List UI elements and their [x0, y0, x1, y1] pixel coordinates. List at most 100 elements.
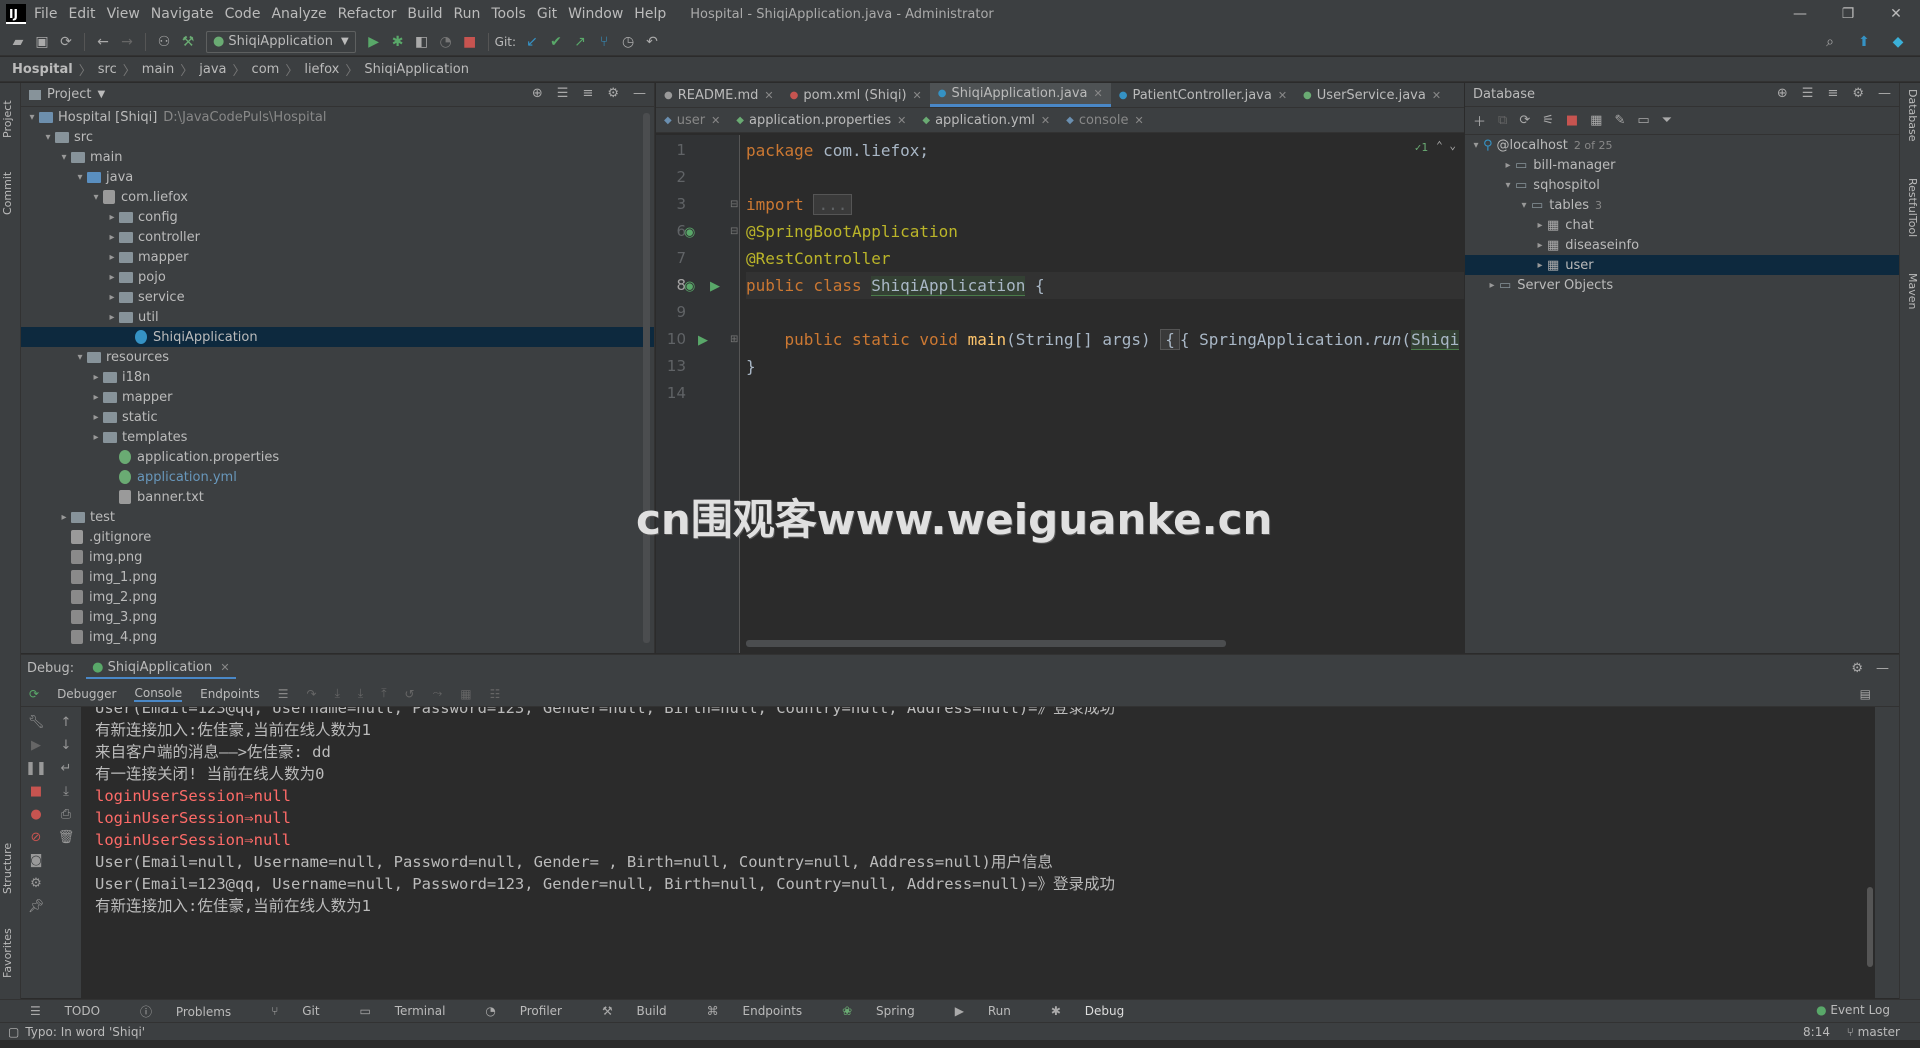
wrench-icon[interactable]: 🔧︎	[28, 715, 45, 730]
tree-item-img-4-png[interactable]: img_4.png	[21, 627, 654, 647]
stop-icon[interactable]: ■	[1566, 113, 1578, 128]
console-icon[interactable]: ▭	[1637, 113, 1649, 128]
editor-tab-application-yml[interactable]: ◆ application.yml ✕	[914, 108, 1058, 132]
fold-icon[interactable]: ⊞	[730, 334, 738, 345]
console-scrollbar[interactable]	[1867, 887, 1873, 967]
forward-icon[interactable]: →	[115, 34, 139, 50]
scroll-end-icon[interactable]: ⤓	[63, 784, 69, 799]
tree-item-mapper[interactable]: ▸ mapper	[21, 247, 654, 267]
run-gutter-icon[interactable]: ▶	[710, 279, 720, 294]
run-config-selector[interactable]: ● ShiqiApplication ▼	[206, 30, 356, 53]
db-host[interactable]: ▾ ⚲ @localhost 2 of 25	[1465, 135, 1899, 155]
tree-item-shiqiapplication[interactable]: ShiqiApplication	[21, 327, 654, 347]
close-icon[interactable]: ✕	[220, 661, 229, 674]
editor-tab-user[interactable]: ◆ user ✕	[656, 108, 728, 132]
menu-item-tools[interactable]: Tools	[491, 6, 526, 22]
project-scrollbar[interactable]	[643, 113, 650, 643]
db-item-tables[interactable]: ▾ ▭ tables 3	[1465, 195, 1899, 215]
tree-item-application-yml[interactable]: application.yml	[21, 467, 654, 487]
tree-item-pojo[interactable]: ▸ pojo	[21, 267, 654, 287]
step-out-icon[interactable]: ⤒	[381, 686, 386, 701]
refresh-icon[interactable]: ⟳	[1519, 113, 1530, 128]
chevron-down-icon[interactable]: ▾	[1501, 180, 1515, 191]
bottom-tab-git[interactable]: ⑂ Git	[271, 1004, 339, 1018]
menu-item-navigate[interactable]: Navigate	[151, 6, 214, 22]
chevron-right-icon[interactable]: ▸	[105, 212, 119, 223]
chevron-right-icon[interactable]: ▸	[105, 312, 119, 323]
resume-icon[interactable]: ▶	[31, 738, 41, 753]
git-branch[interactable]: ⑂ master	[1847, 1025, 1900, 1039]
collapse-all-icon[interactable]: ≡	[582, 86, 593, 101]
side-tab-commit[interactable]: Commit	[1, 163, 21, 223]
gear-icon[interactable]: ⚙	[1851, 661, 1863, 676]
breadcrumb-item[interactable]: main	[142, 62, 174, 77]
open-folder-icon[interactable]: ▰	[6, 34, 30, 50]
code-view[interactable]: package com.liefox; import ... @SpringBo…	[746, 135, 1464, 653]
editor-tab-shiqiapplication-java[interactable]: ● ShiqiApplication.java ✕	[929, 83, 1111, 107]
down-icon[interactable]: ↓	[61, 738, 72, 753]
chevron-down-icon[interactable]: ▾	[41, 132, 55, 143]
chevron-right-icon[interactable]: ▸	[89, 372, 103, 383]
rollback-icon[interactable]: ↶	[640, 34, 664, 50]
tree-item-img-png[interactable]: img.png	[21, 547, 654, 567]
menu-item-file[interactable]: File	[34, 6, 57, 22]
run-gutter-icon[interactable]: ▶	[698, 333, 708, 348]
view-breakpoints-icon[interactable]: ●	[30, 807, 41, 822]
hide-icon[interactable]: —	[1876, 661, 1889, 676]
editor-tab-application-properties[interactable]: ◆ application.properties ✕	[728, 108, 914, 132]
hide-icon[interactable]: —	[1878, 86, 1891, 101]
close-icon[interactable]: ✕	[897, 114, 906, 127]
stop-icon[interactable]: ■	[458, 34, 482, 50]
minimize-icon[interactable]: —	[1776, 0, 1824, 28]
side-tab-structure[interactable]: Structure	[1, 833, 21, 903]
tree-item-java[interactable]: ▾ java	[21, 167, 654, 187]
git-branch-icon[interactable]: ⑂	[592, 34, 616, 50]
side-tab-maven[interactable]: Maven	[1899, 273, 1919, 333]
close-icon[interactable]: ✕	[1432, 89, 1441, 102]
hide-icon[interactable]: —	[633, 86, 646, 101]
tree-item-test[interactable]: ▸ test	[21, 507, 654, 527]
chevron-right-icon[interactable]: ▸	[105, 252, 119, 263]
side-tab-database[interactable]: Database	[1899, 89, 1919, 159]
chevron-down-icon[interactable]: ▾	[1469, 140, 1483, 151]
menu-item-edit[interactable]: Edit	[68, 6, 95, 22]
close-icon[interactable]: ✕	[1041, 114, 1050, 127]
search-icon[interactable]: ⌕	[1818, 34, 1842, 50]
editor-tab-patientcontroller-java[interactable]: ● PatientController.java ✕	[1111, 83, 1295, 107]
bottom-tab-endpoints[interactable]: ⌘ Endpoints	[707, 1004, 823, 1018]
editor-tab-readme-md[interactable]: ● README.md ✕	[656, 83, 782, 107]
editor-tab-userservice-java[interactable]: ● UserService.java ✕	[1295, 83, 1449, 107]
debug-session-tab[interactable]: ● ShiqiApplication ✕	[86, 658, 236, 679]
bottom-tab-profiler[interactable]: ◔ Profiler	[485, 1004, 582, 1018]
editor-tab-pom-xml-shiqi-[interactable]: ● pom.xml (Shiqi) ✕	[782, 83, 930, 107]
tree-item-img-2-png[interactable]: img_2.png	[21, 587, 654, 607]
gear-icon[interactable]: ⚙	[607, 86, 619, 101]
caret-position[interactable]: 8:14	[1803, 1025, 1830, 1039]
tree-item-service[interactable]: ▸ service	[21, 287, 654, 307]
camera-icon[interactable]: ◙	[30, 853, 43, 868]
side-tab-favorites[interactable]: Favorites	[1, 918, 21, 988]
close-icon[interactable]: ✕	[711, 114, 720, 127]
filter-icon[interactable]: ⏷	[1662, 113, 1672, 128]
chevron-down-icon[interactable]: ▾	[89, 192, 103, 203]
chevron-down-icon[interactable]: ▼	[97, 89, 105, 100]
bottom-tab-todo[interactable]: ☰ TODO	[30, 1004, 120, 1018]
bottom-tab-run[interactable]: ▶ Run	[955, 1004, 1031, 1018]
coverage-icon[interactable]: ◧	[410, 34, 434, 50]
tree-item-banner-txt[interactable]: banner.txt	[21, 487, 654, 507]
spring-bean-icon[interactable]: ◉	[684, 225, 695, 240]
inspection-widget[interactable]: ✓1	[1415, 141, 1428, 154]
chevron-down-icon[interactable]: ▾	[73, 172, 87, 183]
chevron-right-icon[interactable]: ▸	[1533, 240, 1547, 251]
tab-debugger[interactable]: Debugger	[57, 687, 116, 701]
menu-item-help[interactable]: Help	[634, 6, 666, 22]
tree-item-controller[interactable]: ▸ controller	[21, 227, 654, 247]
chevron-down-icon[interactable]: ▾	[25, 112, 39, 123]
side-tab-restfultool[interactable]: RestfulTool	[1899, 178, 1919, 258]
tree-item-com-liefox[interactable]: ▾ com.liefox	[21, 187, 654, 207]
up-icon[interactable]: ↑	[61, 715, 72, 730]
menu-item-run[interactable]: Run	[454, 6, 481, 22]
copy-icon[interactable]: ⧉	[1498, 113, 1507, 128]
vcs-user-icon[interactable]: ⚇	[152, 34, 176, 50]
edit-icon[interactable]: ✎	[1614, 113, 1625, 128]
